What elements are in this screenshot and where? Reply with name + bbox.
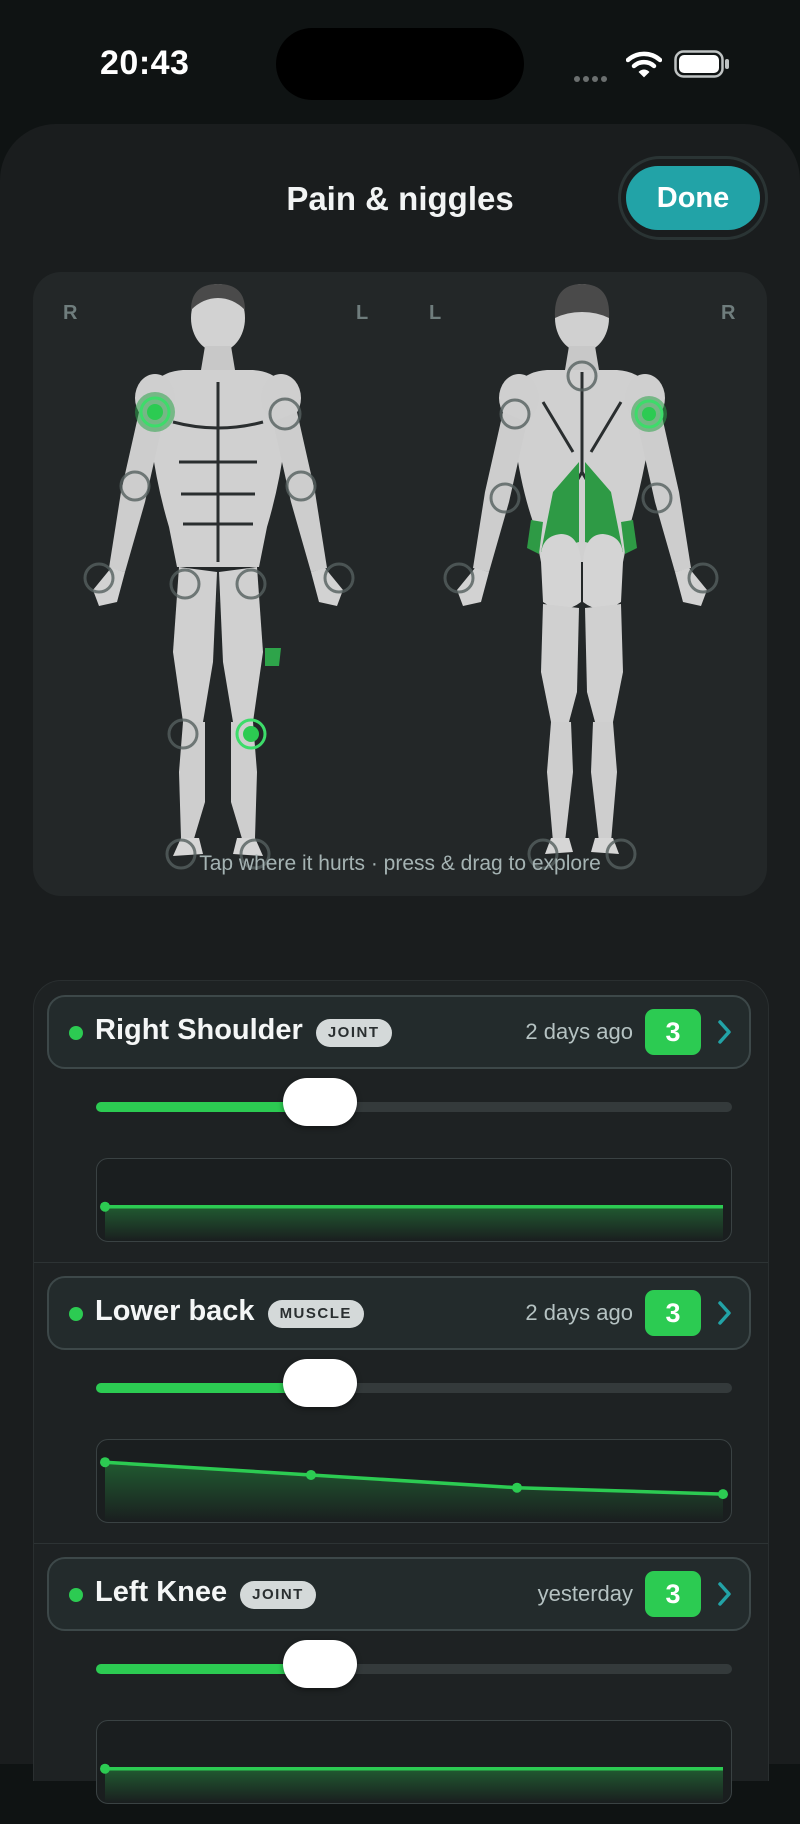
status-time: 20:43 <box>100 44 190 82</box>
pain-entry: Right Shoulder JOINT 2 days ago 3 <box>34 981 768 1263</box>
pain-entries-list: Right Shoulder JOINT 2 days ago 3 Lower … <box>33 980 769 1804</box>
pain-entry: Lower back MUSCLE 2 days ago 3 <box>34 1262 768 1544</box>
pain-level-slider[interactable] <box>96 1640 732 1688</box>
pain-entry-header[interactable]: Left Knee JOINT yesterday 3 <box>47 1557 751 1631</box>
sparkline-point <box>512 1482 522 1493</box>
pain-trend-sparkline-chart <box>100 1763 723 1803</box>
sparkline-point <box>100 1763 110 1774</box>
body-map-card: R L L R Tap where it hurts · press & dra… <box>33 272 767 896</box>
pain-level-slider-fill <box>96 1664 300 1674</box>
pain-entry: Left Knee JOINT yesterday 3 <box>34 1543 768 1824</box>
pain-trend-sparkline-chart <box>100 1457 728 1522</box>
sparkline-area <box>105 1206 723 1241</box>
dynamic-island <box>276 28 524 100</box>
done-button[interactable]: Done <box>626 166 760 230</box>
chevron-right-icon <box>718 1582 731 1606</box>
wifi-icon <box>626 51 662 78</box>
pain-level-slider-thumb[interactable] <box>283 1078 357 1126</box>
battery-icon <box>674 50 729 78</box>
body-map-figures <box>83 284 719 870</box>
chevron-right-icon <box>718 1020 731 1044</box>
sparkline-point <box>100 1201 110 1212</box>
status-bar: 20:43 <box>0 0 800 120</box>
pain-entry-name: Right Shoulder <box>95 1014 303 1046</box>
pain-trend-sparkline <box>96 1439 732 1523</box>
sparkline-point <box>100 1457 110 1468</box>
back-body-figure[interactable] <box>457 284 707 854</box>
active-marker-right-shoulder[interactable] <box>135 392 175 432</box>
chevron-right-icon <box>718 1301 731 1325</box>
pain-trend-sparkline-chart <box>100 1201 723 1241</box>
pain-level-slider-thumb[interactable] <box>283 1359 357 1407</box>
pain-trend-sparkline <box>96 1158 732 1242</box>
pain-type-badge: MUSCLE <box>267 1300 364 1328</box>
status-dot <box>69 1588 83 1602</box>
pain-score-badge: 3 <box>645 1290 701 1336</box>
pain-trend-sparkline <box>96 1720 732 1804</box>
pain-entry-last-logged: 2 days ago <box>525 1019 633 1044</box>
active-marker-back-right-shoulder[interactable] <box>631 396 667 432</box>
sparkline-area <box>105 1768 723 1803</box>
pain-entry-header[interactable]: Lower back MUSCLE 2 days ago 3 <box>47 1276 751 1350</box>
pain-score-badge: 3 <box>645 1571 701 1617</box>
sparkline-point <box>306 1469 316 1480</box>
pain-level-slider-fill <box>96 1383 300 1393</box>
pain-type-badge: JOINT <box>315 1019 392 1047</box>
pain-type-badge: JOINT <box>240 1581 316 1609</box>
pain-level-slider[interactable] <box>96 1078 732 1126</box>
pain-entry-name: Lower back <box>95 1295 255 1327</box>
body-map-hint: Tap where it hurts · press & drag to exp… <box>199 852 601 875</box>
pain-level-slider-thumb[interactable] <box>283 1640 357 1688</box>
pain-level-slider-fill <box>96 1102 300 1112</box>
pain-score-badge: 3 <box>645 1009 701 1055</box>
pain-entry-last-logged: yesterday <box>537 1581 633 1606</box>
cellular-signal-icon <box>574 69 610 87</box>
sparkline-point <box>718 1489 728 1500</box>
front-body-figure[interactable] <box>93 284 343 856</box>
pain-level-slider[interactable] <box>96 1359 732 1407</box>
pain-entry-header[interactable]: Right Shoulder JOINT 2 days ago 3 <box>47 995 751 1069</box>
pain-entry-name: Left Knee <box>95 1576 228 1608</box>
status-dot <box>69 1307 83 1321</box>
pain-entry-last-logged: 2 days ago <box>525 1300 633 1325</box>
pain-sheet: Pain & niggles Done R L L R Tap where it… <box>0 124 800 1804</box>
status-dot <box>69 1026 83 1040</box>
